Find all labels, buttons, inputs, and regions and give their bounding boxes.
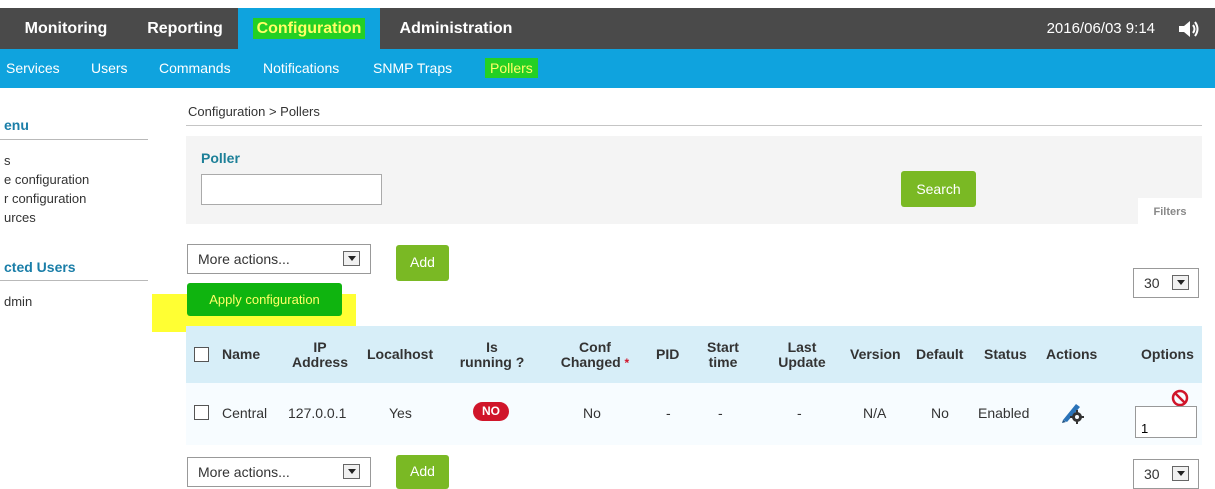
add-button-top[interactable]: Add (396, 245, 449, 281)
sidebar-divider (0, 139, 148, 140)
apply-configuration-button[interactable]: Apply configuration (187, 283, 342, 316)
col-ip-line1: IP (313, 339, 327, 355)
row-name-link[interactable]: Central (222, 405, 267, 421)
col-update-line1: Last (787, 339, 817, 355)
row-default: No (931, 405, 949, 421)
nav-monitoring[interactable]: Monitoring (0, 8, 132, 49)
row-checkbox[interactable] (194, 405, 209, 420)
col-version[interactable]: Version (850, 347, 901, 362)
breadcrumb: Configuration > Pollers (188, 104, 320, 119)
chevron-down-icon (343, 251, 360, 266)
subnav-notifications[interactable]: Notifications (263, 49, 339, 88)
subnav-snmp-traps[interactable]: SNMP Traps (373, 49, 452, 88)
required-marker: * (624, 356, 630, 370)
row-conf-changed: No (583, 405, 601, 421)
more-actions-select-bottom[interactable]: More actions... (187, 457, 371, 487)
chevron-down-icon (1172, 275, 1189, 290)
top-navigation-bar: Monitoring Reporting Configuration Admin… (0, 8, 1215, 49)
edit-icon[interactable] (1059, 400, 1085, 427)
add-button-bottom[interactable]: Add (396, 455, 449, 489)
col-pid[interactable]: PID (656, 347, 679, 362)
sidebar-menu-item[interactable]: urces (4, 210, 36, 225)
col-actions[interactable]: Actions (1046, 347, 1097, 362)
col-default[interactable]: Default (916, 347, 963, 362)
more-actions-label: More actions... (198, 251, 290, 267)
col-start-line1: Start (707, 339, 739, 355)
running-status-badge: NO (473, 402, 509, 421)
more-actions-select-top[interactable]: More actions... (187, 244, 371, 274)
nav-reporting[interactable]: Reporting (132, 8, 238, 49)
sidebar-users-heading: cted Users (4, 259, 76, 275)
col-start-line2: time (708, 354, 738, 370)
col-running-line2: running ? (459, 354, 525, 370)
poller-search-input[interactable] (201, 174, 382, 205)
select-all-checkbox[interactable] (194, 347, 209, 362)
nav-configuration[interactable]: Configuration (238, 8, 380, 49)
search-button[interactable]: Search (901, 171, 976, 207)
subnav-pollers-label: Pollers (485, 58, 538, 78)
sidebar-menu-item[interactable]: s (4, 153, 11, 168)
col-localhost[interactable]: Localhost (367, 347, 433, 362)
poller-filter-label: Poller (201, 150, 240, 166)
nav-administration[interactable]: Administration (380, 8, 532, 49)
sub-navigation-bar: Services Users Commands Notifications SN… (0, 49, 1215, 88)
sidebar-user-item[interactable]: dmin (4, 294, 32, 309)
row-pid: - (666, 405, 671, 421)
row-ip-address: 127.0.0.1 (288, 405, 347, 421)
subnav-users[interactable]: Users (91, 49, 128, 88)
col-last-update[interactable]: Last Update (771, 340, 833, 370)
col-conf-changed[interactable]: Conf Changed * (554, 340, 636, 371)
subnav-services[interactable]: Services (6, 49, 60, 88)
col-is-running[interactable]: Is running ? (456, 340, 528, 370)
more-actions-label: More actions... (198, 464, 290, 480)
nav-configuration-label: Configuration (252, 18, 366, 39)
col-start-time[interactable]: Start time (702, 340, 744, 370)
col-conf-line1: Conf (579, 339, 611, 355)
breadcrumb-divider (186, 125, 1202, 126)
sidebar-menu-item[interactable]: e configuration (4, 172, 89, 187)
sound-icon[interactable] (1177, 20, 1201, 41)
row-start-time: - (718, 405, 723, 421)
duplicate-count-input[interactable] (1135, 406, 1197, 438)
col-conf-line2: Changed (560, 354, 621, 370)
filters-tab[interactable]: Filters (1138, 198, 1202, 226)
sidebar-divider (0, 280, 148, 281)
row-version: N/A (863, 405, 887, 421)
row-status: Enabled (978, 405, 1030, 421)
page-limit-value: 30 (1144, 466, 1160, 482)
col-ip-address[interactable]: IP Address (288, 340, 352, 370)
col-options[interactable]: Options (1141, 347, 1194, 362)
page-limit-value: 30 (1144, 275, 1160, 291)
col-name[interactable]: Name (222, 347, 260, 362)
sidebar-menu-item[interactable]: r configuration (4, 191, 86, 206)
subnav-pollers[interactable]: Pollers (485, 49, 538, 88)
col-update-line2: Update (778, 354, 826, 370)
chevron-down-icon (1172, 466, 1189, 481)
chevron-down-icon (343, 464, 360, 479)
col-ip-line2: Address (291, 354, 349, 370)
col-status[interactable]: Status (984, 347, 1027, 362)
row-last-update: - (797, 405, 802, 421)
col-running-line1: Is (486, 339, 498, 355)
clock-datetime: 2016/06/03 9:14 (1046, 20, 1155, 37)
subnav-commands[interactable]: Commands (159, 49, 231, 88)
page-limit-select-bottom[interactable]: 30 (1133, 459, 1199, 489)
sidebar-menu-heading: enu (4, 117, 29, 133)
row-localhost: Yes (389, 405, 412, 421)
page-limit-select-top[interactable]: 30 (1133, 268, 1199, 298)
